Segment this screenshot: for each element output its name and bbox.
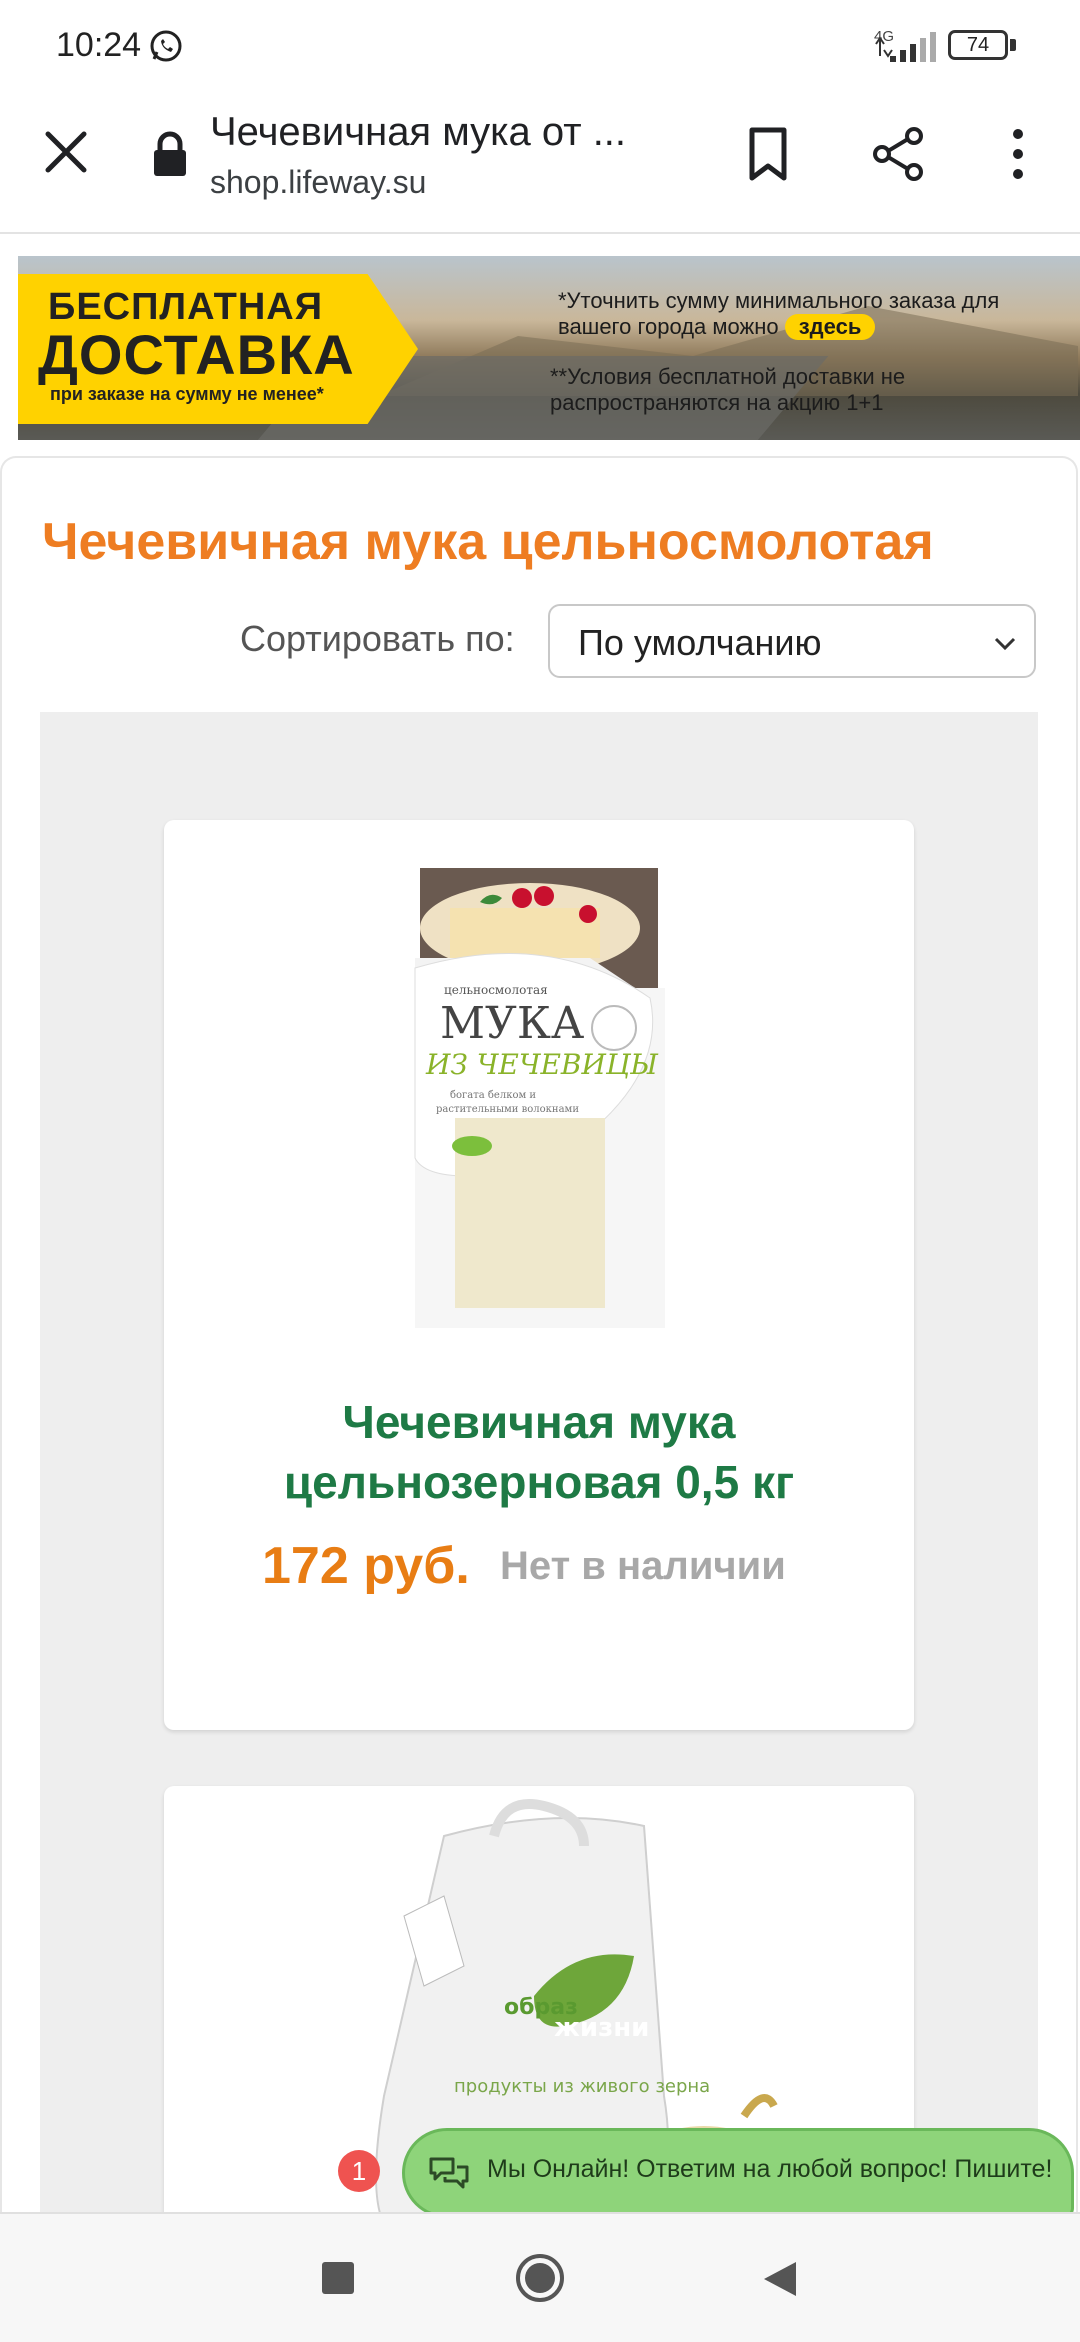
sort-select[interactable]: По умолчанию: [548, 604, 1036, 678]
close-icon[interactable]: [40, 126, 92, 178]
signal-icon: [875, 32, 936, 62]
page-url[interactable]: shop.lifeway.su: [210, 164, 426, 201]
status-time: 10:24: [56, 26, 142, 64]
chevron-down-icon: [994, 637, 1016, 651]
battery-level: 74: [948, 30, 1008, 60]
svg-text:МУКА: МУКА: [440, 998, 584, 1049]
banner-note-conditions: **Условия бесплатной доставки не распрос…: [550, 364, 906, 415]
bookmark-icon[interactable]: [740, 124, 796, 184]
banner-note-min-order: *Уточнить сумму минимального заказа для …: [558, 288, 1000, 340]
chat-text: Мы Онлайн! Ответим на любой вопрос! Пиши…: [487, 2155, 1053, 2183]
svg-text:цельносмолотая: цельносмолотая: [444, 983, 548, 997]
stock-status: Нет в наличии: [500, 1544, 786, 1588]
more-options-icon[interactable]: [1000, 124, 1036, 184]
page-title[interactable]: Чечевичная мука от ...: [210, 110, 680, 155]
home-icon[interactable]: [514, 2252, 566, 2304]
recent-apps-icon[interactable]: [322, 2262, 354, 2294]
banner-here-link[interactable]: здесь: [784, 314, 876, 340]
sort-label: Сортировать по:: [240, 618, 515, 659]
product-image[interactable]: цельносмолотая МУКА ИЗ ЧЕЧЕВИЦЫ богата б…: [410, 868, 668, 1328]
free-delivery-banner[interactable]: БЕСПЛАТНАЯ ДОСТАВКА при заказе на сумму …: [18, 256, 1080, 440]
banner-heading-2: ДОСТАВКА: [38, 323, 355, 386]
whatsapp-icon: [150, 30, 182, 62]
status-bar: 10:24 4G 74: [0, 0, 1080, 96]
online-chat-button[interactable]: Мы Онлайн! Ответим на любой вопрос! Пиши…: [402, 2128, 1074, 2218]
system-navigation-bar: [0, 2212, 1080, 2342]
chat-bubbles-icon: [429, 2157, 469, 2189]
svg-text:растительными волокнами: растительными волокнами: [436, 1104, 579, 1115]
browser-toolbar: Чечевичная мука от ... shop.lifeway.su: [0, 96, 1080, 234]
product-name[interactable]: Чечевичная мука цельнозерновая 0,5 кг: [164, 1392, 914, 1512]
banner-subheading: при заказе на сумму не менее*: [50, 384, 324, 404]
svg-text:богата белком и: богата белком и: [450, 1090, 536, 1101]
svg-text:ИЗ ЧЕЧЕВИЦЫ: ИЗ ЧЕЧЕВИЦЫ: [425, 1048, 658, 1081]
category-title: Чечевичная мука цельносмолотая: [42, 513, 934, 571]
product-card[interactable]: цельносмолотая МУКА ИЗ ЧЕЧЕВИЦЫ богата б…: [164, 820, 914, 1730]
sort-selected-value: По умолчанию: [578, 622, 822, 663]
battery-icon: 74: [948, 30, 1018, 64]
svg-text:продукты из живого зерна: продукты из живого зерна: [454, 2076, 710, 2097]
product-price: 172 руб.: [262, 1537, 470, 1595]
lock-icon[interactable]: [150, 130, 190, 178]
chat-unread-badge[interactable]: 1: [338, 2150, 380, 2192]
svg-text:жизни: жизни: [554, 2013, 649, 2043]
share-icon[interactable]: [868, 124, 928, 184]
back-icon[interactable]: [760, 2258, 800, 2300]
